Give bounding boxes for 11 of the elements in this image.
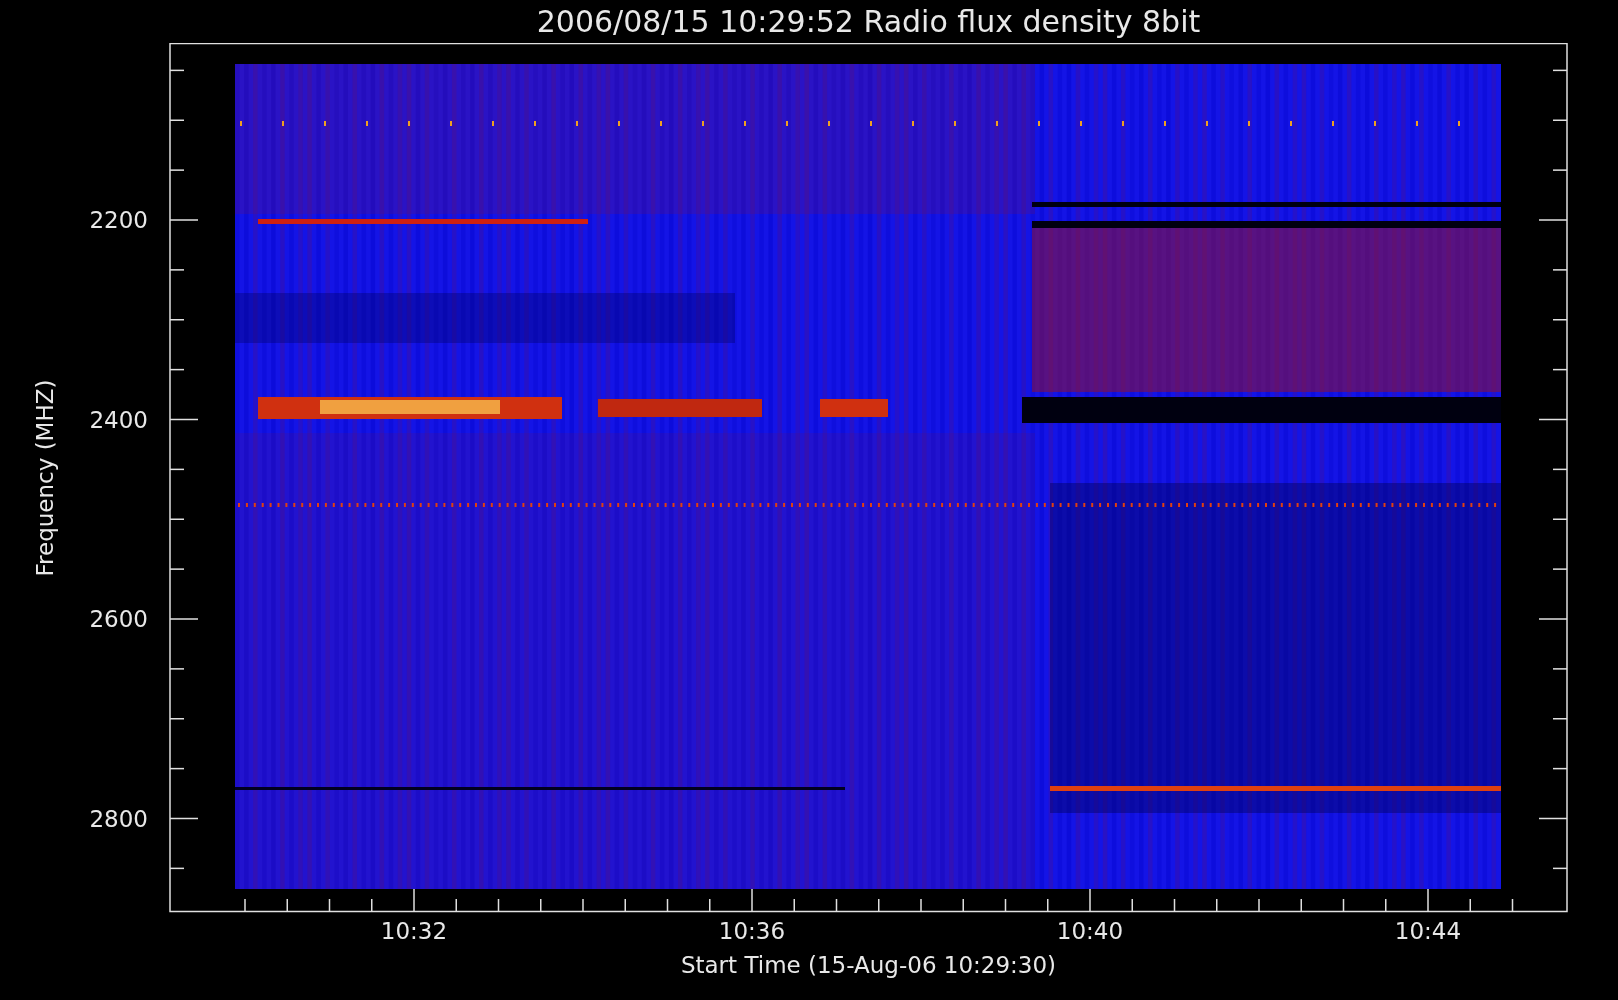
y-tick-label: 2400 (90, 406, 148, 433)
y-tick-label: 2600 (90, 606, 148, 632)
y-axis-label: Frequency (MHZ) (32, 379, 58, 577)
x-tick-label: 10:44 (1394, 918, 1462, 944)
x-tick-label: 10:36 (718, 918, 786, 944)
x-axis-label: Start Time (15-Aug-06 10:29:30) (680, 953, 1057, 979)
y-tick-label: 2800 (90, 805, 148, 832)
x-tick-label: 10:32 (380, 918, 448, 944)
chart-title: 2006/08/15 10:29:52 Radio flux density 8bit (536, 6, 1201, 37)
y-tick-label: 2200 (90, 207, 148, 233)
x-tick-label: 10:40 (1056, 918, 1124, 944)
